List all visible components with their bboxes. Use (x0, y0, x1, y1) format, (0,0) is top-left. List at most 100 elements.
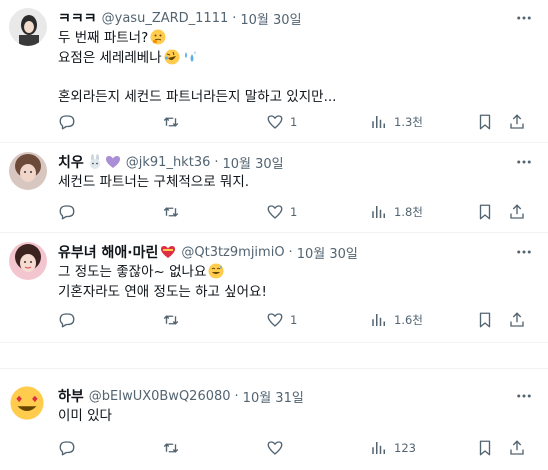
retweet-icon (163, 443, 179, 453)
avatar[interactable] (10, 386, 44, 420)
bookmark-button[interactable] (476, 436, 494, 460)
handle[interactable]: @bEIwUX0BwQ26080 (89, 389, 231, 404)
retweet-icon (163, 117, 179, 127)
like-icon (267, 441, 283, 455)
share-icon (510, 204, 524, 219)
bookmark-button[interactable] (476, 200, 494, 224)
avatar[interactable] (9, 8, 47, 46)
tweet-text: 세컨드 파트너는 구체적으로 뭐지. (58, 173, 249, 193)
reply-icon (59, 115, 75, 130)
like-count: 1 (290, 115, 298, 129)
handle[interactable]: @jk91_hkt36 (126, 155, 211, 170)
like-icon (267, 313, 283, 327)
share-button[interactable] (508, 436, 526, 460)
like-count: 1 (290, 205, 298, 219)
handle[interactable]: @yasu_ZARD_1111 (102, 11, 229, 26)
reply-button[interactable] (58, 110, 82, 134)
tweet-text: 두 번째 파트너? 요점은 세레레베나 혼외라든지 세컨드 파트너라든지 말하고… (58, 29, 336, 107)
avatar[interactable] (9, 242, 47, 280)
heart-with-ribbon-icon (161, 246, 176, 258)
display-name[interactable]: ㅋㅋㅋ (58, 8, 97, 28)
action-bar: 1 1.3천 (58, 110, 528, 134)
views-count: 123 (394, 441, 416, 455)
bookmark-icon (479, 204, 491, 220)
action-bar: 123 (58, 436, 528, 460)
views-button[interactable]: 1.3천 (370, 110, 423, 134)
like-button[interactable]: 1 (266, 308, 297, 332)
bookmark-button[interactable] (476, 308, 494, 332)
views-button[interactable]: 1.8천 (370, 200, 423, 224)
tweet-header: ㅋㅋㅋ @yasu_ZARD_1111 · 10월 30일 (58, 8, 302, 28)
tweet-text: 그 정도는 좋잖아~ 없나요 기혼자라도 연애 정도는 하고 싶어요! (58, 263, 267, 302)
grinning-sweat-icon (208, 263, 224, 279)
retweet-button[interactable] (162, 110, 186, 134)
more-button[interactable] (514, 152, 534, 172)
views-icon (372, 442, 385, 454)
tweet-line: 이미 있다 (58, 408, 112, 424)
bookmark-icon (479, 312, 491, 328)
timestamp[interactable]: 10월 30일 (223, 153, 284, 172)
divider (0, 368, 548, 369)
tweet-header: 치우 @jk91_hkt36 · 10월 30일 (58, 152, 284, 172)
retweet-button[interactable] (162, 308, 186, 332)
retweet-button[interactable] (162, 436, 186, 460)
separator-dot: · (232, 10, 237, 26)
thinking-face-icon (150, 29, 166, 45)
views-button[interactable]: 123 (370, 436, 416, 460)
display-name[interactable]: 하부 (58, 386, 84, 406)
tweet-line: 기혼자라도 연애 정도는 하고 싶어요! (58, 283, 267, 300)
tweet-line: 요점은 세레레베나 (58, 49, 162, 66)
share-icon (510, 114, 524, 129)
share-button[interactable] (508, 110, 526, 134)
more-button[interactable] (514, 8, 534, 28)
action-bar: 1 1.8천 (58, 200, 528, 224)
views-button[interactable]: 1.6천 (370, 308, 423, 332)
divider (0, 342, 548, 343)
bookmark-button[interactable] (476, 110, 494, 134)
more-icon (517, 16, 531, 20)
like-count: 1 (290, 313, 298, 327)
like-icon (267, 205, 283, 219)
more-button[interactable] (514, 242, 534, 262)
tweet-line: 두 번째 파트너? (58, 30, 149, 46)
action-bar: 1 1.6천 (58, 308, 528, 332)
timestamp[interactable]: 10월 30일 (297, 243, 358, 262)
share-button[interactable] (508, 308, 526, 332)
display-name[interactable]: 유부녀 해애·마린 (58, 242, 158, 262)
like-button[interactable]: 1 (266, 200, 297, 224)
separator-dot: · (288, 244, 293, 260)
display-name[interactable]: 치우 (58, 152, 84, 172)
more-button[interactable] (514, 386, 534, 406)
like-icon (267, 115, 283, 129)
divider (0, 142, 548, 143)
avatar[interactable] (9, 152, 47, 190)
views-icon (372, 116, 385, 128)
sweat-droplets-icon (184, 50, 196, 62)
retweet-button[interactable] (162, 200, 186, 224)
tweet-header: 유부녀 해애·마린 @Qt3tz9mjimiO · 10월 30일 (58, 242, 358, 262)
handle[interactable]: @Qt3tz9mjimiO (181, 245, 284, 260)
more-icon (517, 250, 531, 254)
like-button[interactable] (266, 436, 290, 460)
reply-feed: ㅋㅋㅋ @yasu_ZARD_1111 · 10월 30일 두 번째 파트너? … (0, 0, 548, 470)
separator-dot: · (214, 154, 219, 170)
reply-icon (59, 441, 75, 456)
tweet-line: 세컨드 파트너는 구체적으로 뭐지. (58, 174, 250, 190)
views-icon (372, 206, 385, 218)
reply-button[interactable] (58, 436, 82, 460)
share-button[interactable] (508, 200, 526, 224)
tweet-header: 하부 @bEIwUX0BwQ26080 · 10월 31일 (58, 386, 304, 406)
like-button[interactable]: 1 (266, 110, 297, 134)
reply-icon (59, 313, 75, 328)
reply-button[interactable] (58, 308, 82, 332)
timestamp[interactable]: 10월 31일 (243, 387, 304, 406)
views-count: 1.6천 (394, 313, 423, 327)
rabbit-icon (89, 154, 100, 169)
tweet-text: 이미 있다 (58, 407, 112, 427)
more-icon (517, 160, 531, 164)
reply-button[interactable] (58, 200, 82, 224)
retweet-icon (163, 315, 179, 325)
views-count: 1.3천 (394, 115, 423, 129)
views-icon (372, 314, 385, 326)
timestamp[interactable]: 10월 30일 (240, 9, 301, 28)
